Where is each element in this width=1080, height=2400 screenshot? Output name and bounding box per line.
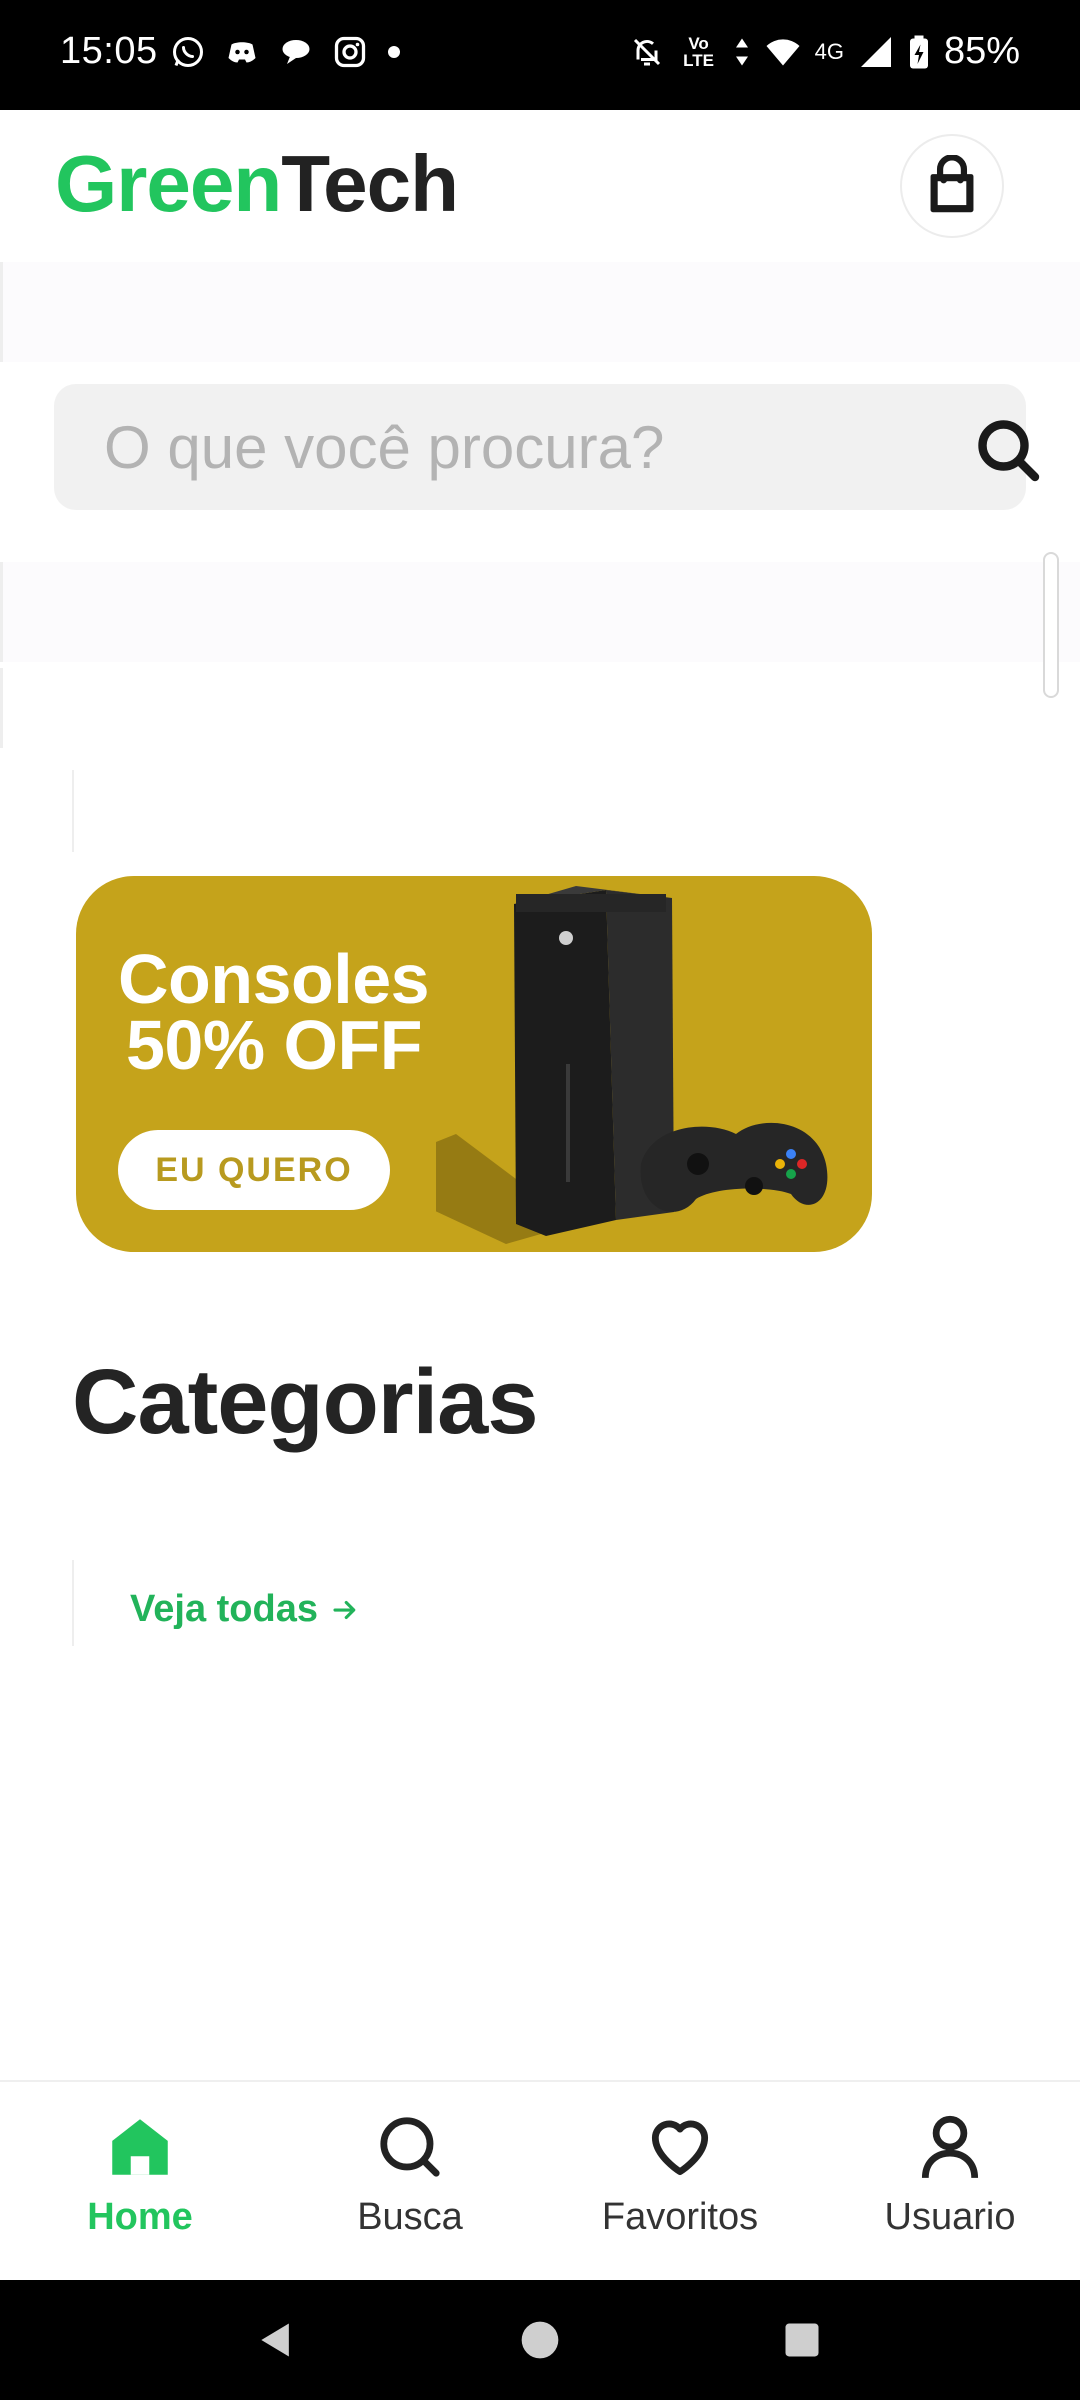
arrow-right-icon bbox=[333, 1600, 356, 1619]
nav-item-favoritos[interactable]: Favoritos bbox=[570, 2110, 790, 2260]
instagram-icon bbox=[334, 36, 366, 68]
divider bbox=[72, 1560, 74, 1646]
notification-icons bbox=[170, 34, 402, 70]
discord-icon bbox=[228, 42, 256, 63]
system-navigation-bar bbox=[0, 2280, 1080, 2400]
logo-green-text: Green bbox=[55, 139, 282, 228]
chat-bubble-icon bbox=[282, 40, 310, 64]
placeholder-band bbox=[0, 562, 1080, 662]
console-image bbox=[436, 886, 828, 1244]
band-edge bbox=[0, 562, 3, 662]
battery-icon bbox=[909, 35, 928, 68]
home-icon bbox=[112, 2119, 168, 2175]
search-bar bbox=[54, 384, 1040, 510]
nav-label-usuario: Usuario bbox=[884, 2196, 1016, 2238]
wifi-icon bbox=[766, 38, 800, 65]
band-edge bbox=[0, 668, 3, 748]
signal-icon bbox=[860, 36, 891, 67]
app-header: GreenTech bbox=[0, 110, 1080, 260]
scrollbar[interactable] bbox=[1043, 552, 1059, 698]
recents-icon[interactable] bbox=[780, 2318, 824, 2362]
see-all-link[interactable]: Veja todas bbox=[130, 1588, 360, 1631]
whatsapp-icon bbox=[173, 37, 203, 67]
user-icon bbox=[921, 2115, 979, 2179]
back-icon[interactable] bbox=[254, 2318, 298, 2362]
banner-title-line2: 50% OFF bbox=[126, 1006, 423, 1084]
heart-icon bbox=[651, 2120, 709, 2176]
bell-off-icon bbox=[633, 38, 660, 65]
status-time: 15:05 bbox=[60, 30, 158, 72]
logo-dark-text: Tech bbox=[281, 139, 459, 228]
see-all-label: Veja todas bbox=[130, 1588, 318, 1630]
dot-icon bbox=[388, 46, 400, 58]
nav-item-busca[interactable]: Busca bbox=[300, 2110, 520, 2260]
nav-label-favoritos: Favoritos bbox=[601, 2196, 759, 2238]
banner-title: Consoles 50% OFF bbox=[118, 944, 430, 1084]
cart-button[interactable] bbox=[900, 134, 1004, 238]
battery-percent: 85% bbox=[943, 30, 1020, 72]
bottom-navigation: Home Busca Favoritos Usuario bbox=[0, 2080, 1080, 2280]
divider bbox=[72, 770, 74, 852]
nav-item-home[interactable]: Home bbox=[30, 2110, 250, 2260]
network-type: 4G bbox=[814, 39, 844, 64]
banner-cta-button[interactable]: EU QUERO bbox=[118, 1130, 390, 1210]
categories-heading: Categorias bbox=[72, 1351, 538, 1453]
band-edge bbox=[0, 262, 3, 362]
volte-icon: Vo LTE bbox=[683, 33, 714, 70]
shopping-bag-icon bbox=[930, 155, 974, 213]
nav-label-home: Home bbox=[87, 2196, 193, 2238]
search-icon[interactable] bbox=[972, 414, 1044, 486]
status-bar: 15:05 Vo LTE 4G 85% bbox=[0, 0, 1080, 110]
app-logo[interactable]: GreenTech bbox=[55, 138, 459, 230]
nav-label-busca: Busca bbox=[357, 2196, 463, 2238]
nav-item-usuario[interactable]: Usuario bbox=[840, 2110, 1060, 2260]
data-arrows-icon bbox=[735, 38, 748, 65]
system-status-icons: Vo LTE 4G 85% bbox=[629, 30, 1020, 73]
home-circle-icon[interactable] bbox=[518, 2318, 562, 2362]
placeholder-band bbox=[0, 262, 1080, 362]
promo-banner[interactable]: Consoles 50% OFF EU QUERO bbox=[76, 876, 872, 1252]
search-icon bbox=[380, 2117, 440, 2177]
search-input[interactable] bbox=[104, 408, 904, 486]
